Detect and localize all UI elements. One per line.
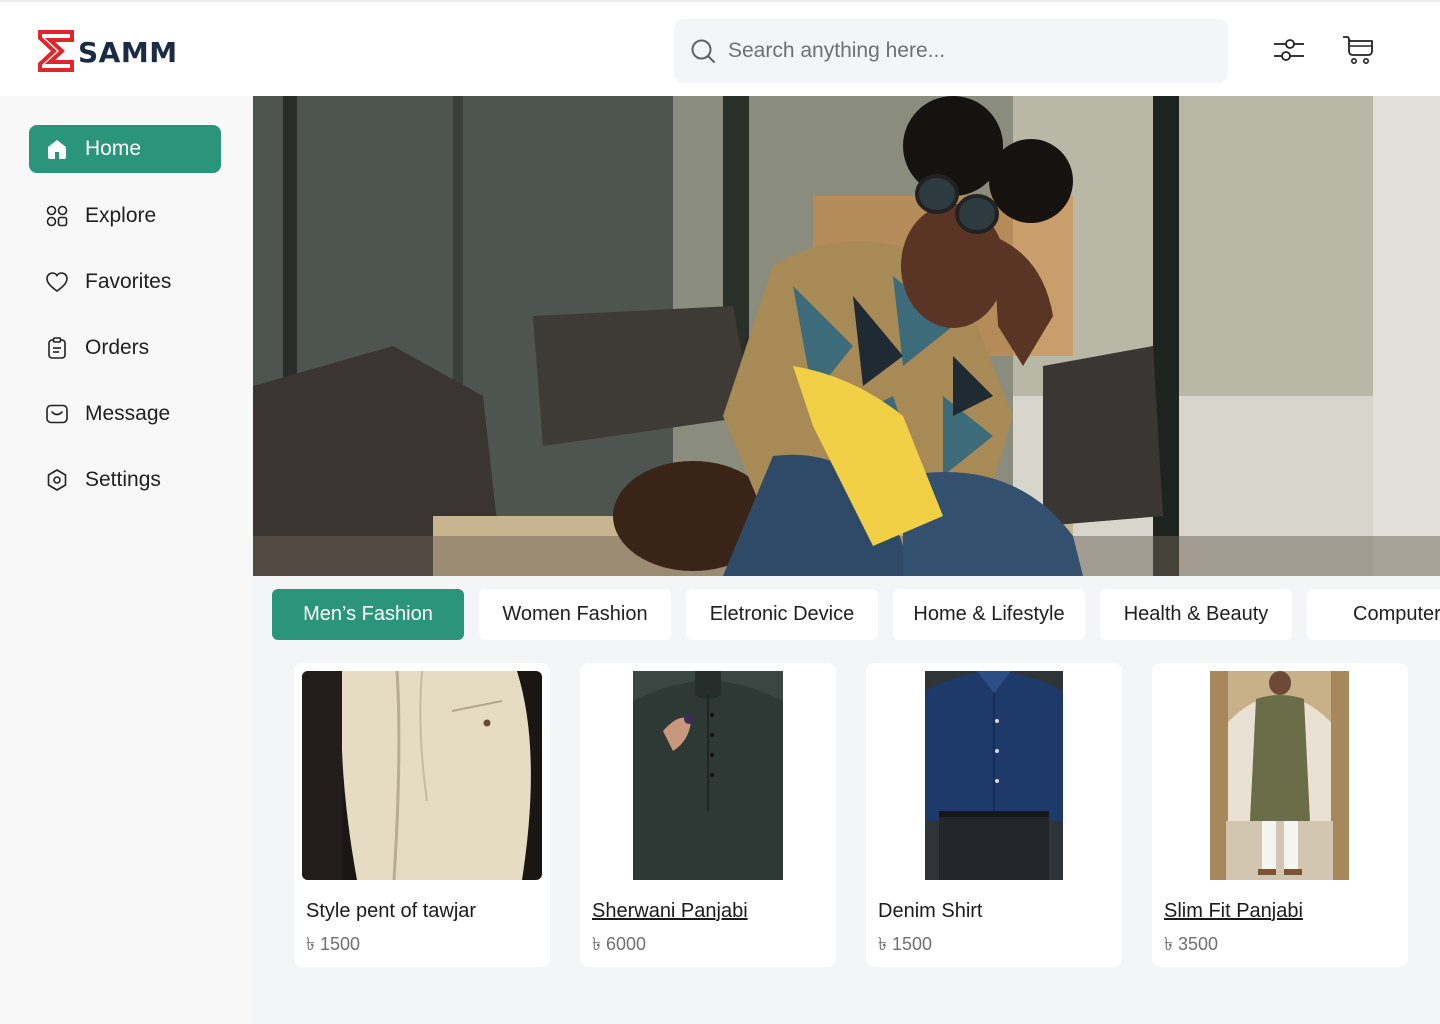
tab-electronic-device[interactable]: Eletronic Device (686, 589, 878, 640)
product-card[interactable]: Sherwani Panjabi ৳ 6000 (580, 663, 836, 967)
inbox-icon (45, 402, 69, 426)
hexagon-settings-icon (45, 468, 69, 492)
logo-mark-icon (38, 30, 74, 72)
tab-computer[interactable]: Computer (1307, 589, 1440, 640)
tab-label: Women Fashion (502, 603, 648, 625)
product-image (1210, 671, 1349, 880)
home-icon (45, 137, 69, 161)
page: SAMM Search anything here... Home Explor… (0, 0, 1440, 1024)
product-name[interactable]: Style pent of tawjar (306, 900, 476, 923)
sidebar-item-explore[interactable]: Explore (29, 192, 221, 240)
search-bar[interactable] (674, 19, 1228, 83)
sidebar-item-label: Home (85, 137, 142, 160)
product-name[interactable]: Sherwani Panjabi (592, 900, 748, 923)
product-card[interactable]: Style pent of tawjar ৳ 1500 (294, 663, 550, 967)
sidebar-item-home[interactable]: Home (29, 125, 221, 173)
sidebar-item-label: Orders (85, 336, 150, 359)
sliders-icon (1274, 39, 1304, 61)
product-image (302, 671, 542, 880)
product-card[interactable]: Denim Shirt ৳ 1500 (866, 663, 1122, 967)
product-price: ৳ 6000 (592, 934, 647, 954)
sidebar-item-label: Message (85, 402, 171, 425)
heart-icon (45, 270, 69, 294)
sidebar-item-label: Favorites (85, 270, 172, 293)
tab-label: Health & Beauty (1123, 603, 1269, 625)
product-card[interactable]: Slim Fit Panjabi ৳ 3500 (1152, 663, 1408, 967)
hero-image (253, 96, 1440, 576)
tab-label: Home & Lifestyle (913, 603, 1065, 625)
sidebar-item-label: Settings (85, 468, 161, 491)
product-image (925, 671, 1063, 880)
product-price: ৳ 3500 (1164, 934, 1219, 954)
category-tabs: Men’s Fashion Women Fashion Eletronic De… (272, 589, 1440, 640)
sidebar: Home Explore Favorites Orders Message Se… (0, 96, 252, 1024)
main-content: Men’s Fashion Women Fashion Eletronic De… (252, 96, 1440, 1024)
grid-icon (45, 204, 69, 228)
product-price: ৳ 1500 (878, 934, 933, 954)
clipboard-icon (45, 336, 69, 360)
tab-mens-fashion[interactable]: Men’s Fashion (272, 589, 464, 640)
sidebar-item-message[interactable]: Message (29, 390, 221, 438)
tab-label: Computer (1353, 603, 1440, 625)
product-name[interactable]: Slim Fit Panjabi (1164, 900, 1303, 923)
tab-label: Men’s Fashion (303, 603, 433, 625)
tab-health-beauty[interactable]: Health & Beauty (1100, 589, 1292, 640)
sidebar-item-orders[interactable]: Orders (29, 324, 221, 372)
brand-logo[interactable]: SAMM (38, 30, 178, 72)
product-name[interactable]: Denim Shirt (878, 900, 982, 923)
top-header: SAMM (0, 0, 1440, 96)
brand-name: SAMM (78, 35, 178, 69)
tab-home-lifestyle[interactable]: Home & Lifestyle (893, 589, 1085, 640)
cart-button[interactable] (1340, 32, 1376, 68)
hero-banner[interactable] (253, 96, 1440, 576)
sidebar-item-label: Explore (85, 204, 157, 227)
cart-icon (1343, 36, 1373, 64)
product-price: ৳ 1500 (306, 934, 361, 954)
tab-women-fashion[interactable]: Women Fashion (479, 589, 671, 640)
sidebar-item-settings[interactable]: Settings (29, 456, 221, 504)
product-image (633, 671, 783, 880)
search-input[interactable] (728, 39, 1208, 63)
sidebar-item-favorites[interactable]: Favorites (29, 258, 221, 306)
search-icon (691, 39, 715, 63)
filter-button[interactable] (1271, 32, 1307, 68)
tab-label: Eletronic Device (709, 603, 855, 625)
